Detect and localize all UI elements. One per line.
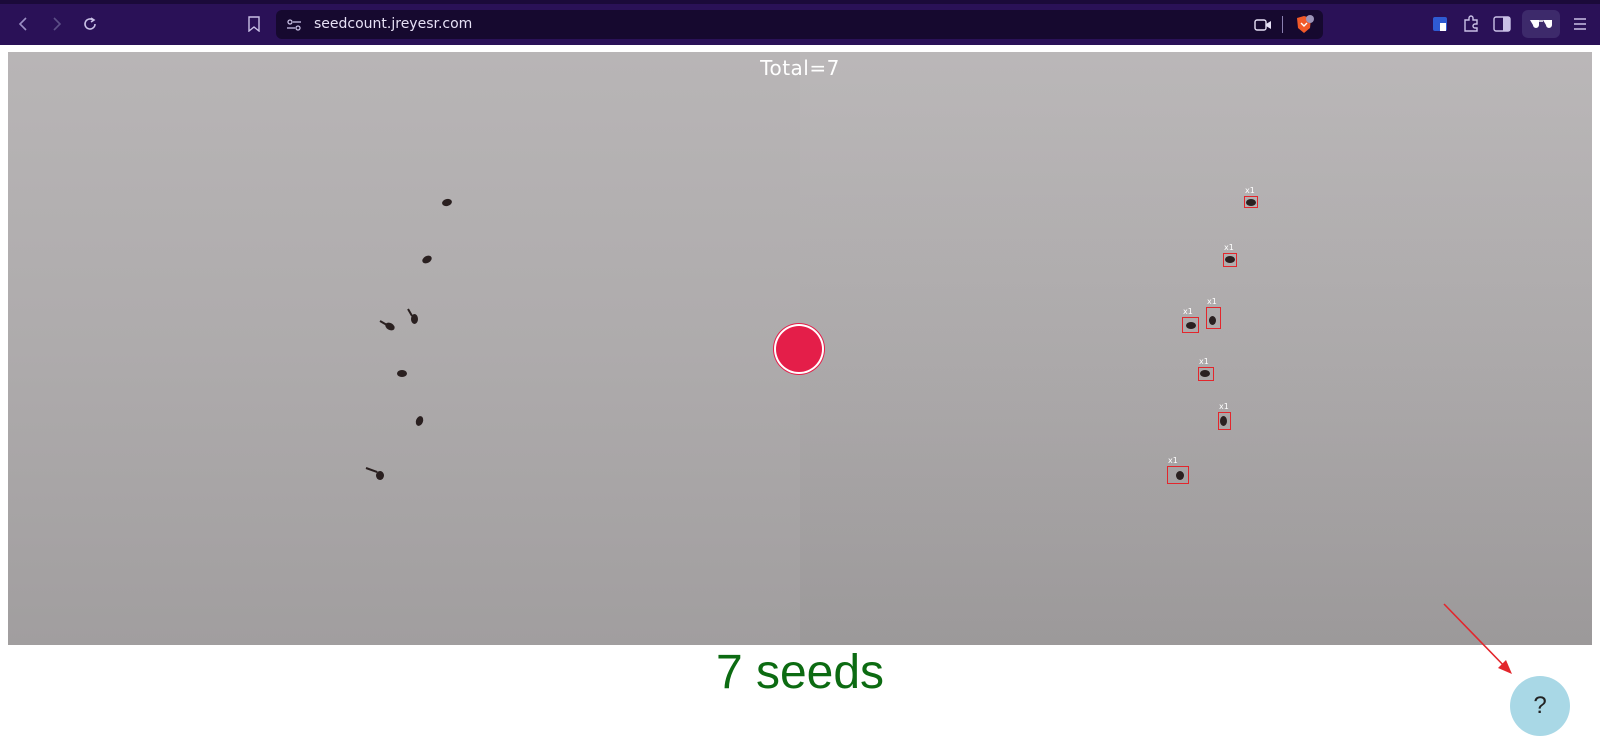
sidebar-icon[interactable] [1490, 12, 1514, 36]
seed-tail [365, 467, 378, 474]
extension-shield-icon[interactable] [1428, 12, 1452, 36]
annotation-arrow [1443, 603, 1512, 674]
seed [1186, 322, 1196, 329]
camera-icon[interactable] [1254, 17, 1272, 36]
extensions-puzzle-icon[interactable] [1459, 12, 1483, 36]
seed-count-result: 7 seeds [715, 646, 885, 699]
reload-icon[interactable] [78, 12, 102, 36]
glasses-icon[interactable] [1522, 10, 1560, 38]
camera-feed-detected: x1 x1 x1 x1 x1 x1 x1 [800, 52, 1592, 645]
seed [1225, 256, 1235, 263]
back-icon[interactable] [12, 12, 36, 36]
bookmark-icon[interactable] [242, 12, 266, 36]
browser-toolbar: seedcount.jreyesr.com [0, 0, 1600, 45]
seed [397, 370, 407, 377]
forward-icon[interactable] [44, 12, 68, 36]
seed-tail [407, 308, 413, 317]
total-count-overlay: Total=7 [760, 56, 840, 80]
seed [414, 415, 425, 427]
camera-feed-original [8, 52, 800, 645]
seed [1176, 471, 1184, 480]
seed [1246, 199, 1256, 206]
site-info-icon[interactable] [286, 17, 302, 36]
url-text[interactable]: seedcount.jreyesr.com [314, 16, 472, 32]
seed [441, 197, 453, 208]
capture-button[interactable] [776, 326, 822, 372]
brave-shield-icon[interactable] [1294, 15, 1314, 39]
address-bar[interactable]: seedcount.jreyesr.com [276, 10, 1323, 39]
divider [1282, 16, 1283, 33]
seed [1200, 370, 1210, 377]
seed [1209, 316, 1216, 325]
menu-icon[interactable] [1568, 12, 1592, 36]
seed [1220, 416, 1227, 426]
help-button[interactable]: ? [1510, 676, 1570, 736]
seed-tail [379, 320, 388, 326]
seed [420, 253, 434, 266]
